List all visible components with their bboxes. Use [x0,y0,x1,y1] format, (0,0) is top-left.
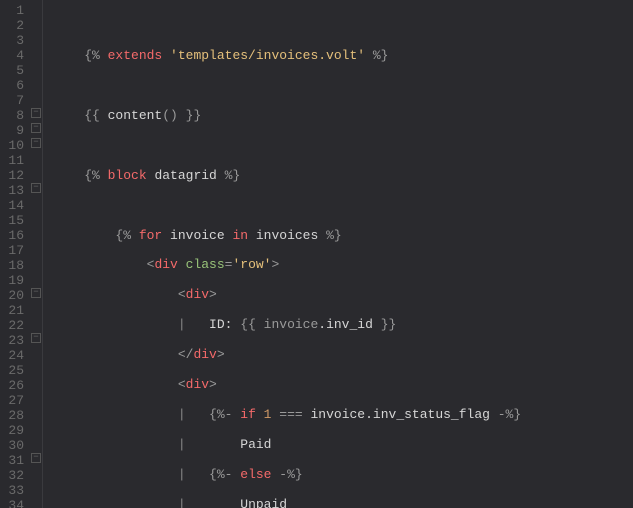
line-number: 7 [0,94,24,109]
fold-gutter: − − − − − − − [30,0,43,508]
line-number: 28 [0,409,24,424]
line-number: 25 [0,364,24,379]
line-number: 16 [0,229,24,244]
line-number: 22 [0,319,24,334]
line-number: 21 [0,304,24,319]
line-number: 29 [0,424,24,439]
line-number: 26 [0,379,24,394]
fold-toggle-icon[interactable]: − [31,453,41,463]
code-editor: 1 2 3 4 5 6 7 8 9 10 11 12 13 14 15 16 1… [0,0,633,508]
line-number: 14 [0,199,24,214]
line-number: 19 [0,274,24,289]
line-number: 4 [0,49,24,64]
line-number: 30 [0,439,24,454]
fold-toggle-icon[interactable]: − [31,138,41,148]
code-area[interactable]: {% extends 'templates/invoices.volt' %} … [43,0,521,508]
line-number: 33 [0,484,24,499]
line-number: 32 [0,469,24,484]
line-number: 20 [0,289,24,304]
line-number: 6 [0,79,24,94]
fold-toggle-icon[interactable]: − [31,108,41,118]
line-number: 3 [0,34,24,49]
line-number: 5 [0,64,24,79]
fold-toggle-icon[interactable]: − [31,333,41,343]
line-number: 23 [0,334,24,349]
fold-toggle-icon[interactable]: − [31,288,41,298]
fold-toggle-icon[interactable]: − [31,123,41,133]
line-number: 27 [0,394,24,409]
line-number-gutter: 1 2 3 4 5 6 7 8 9 10 11 12 13 14 15 16 1… [0,0,30,508]
line-number: 8 [0,109,24,124]
line-number: 9 [0,124,24,139]
line-number: 31 [0,454,24,469]
line-number: 12 [0,169,24,184]
line-number: 18 [0,259,24,274]
line-number: 34 [0,499,24,508]
line-number: 13 [0,184,24,199]
line-number: 10 [0,139,24,154]
line-number: 11 [0,154,24,169]
line-number: 2 [0,19,24,34]
fold-toggle-icon[interactable]: − [31,183,41,193]
line-number: 24 [0,349,24,364]
line-number: 15 [0,214,24,229]
line-number: 17 [0,244,24,259]
line-number: 1 [0,4,24,19]
